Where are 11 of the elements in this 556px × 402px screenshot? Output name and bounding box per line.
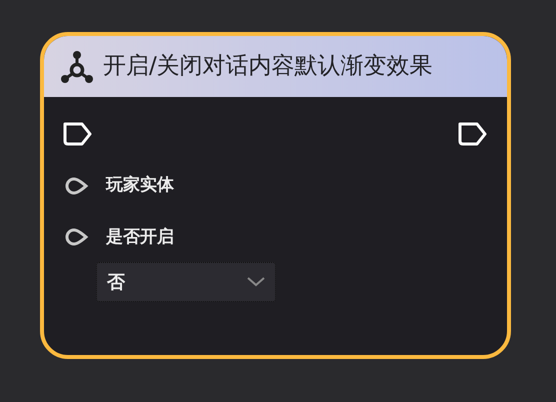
- chevron-down-icon: [247, 277, 265, 287]
- node-graph-icon: [60, 50, 94, 84]
- pin-label: 玩家实体: [106, 174, 174, 197]
- input-pin-icon[interactable]: [64, 176, 90, 196]
- exec-pin-icon[interactable]: [62, 121, 94, 147]
- input-pin-icon[interactable]: [64, 227, 90, 248]
- exec-pin-icon[interactable]: [457, 121, 489, 147]
- value-dropdown[interactable]: 否: [96, 262, 276, 302]
- node-title: 开启/关闭对话内容默认渐变效果: [103, 52, 433, 82]
- node-card[interactable]: 开启/关闭对话内容默认渐变效果 玩家实体 是否开启 否: [40, 32, 511, 359]
- pin-label: 是否开启: [106, 226, 174, 248]
